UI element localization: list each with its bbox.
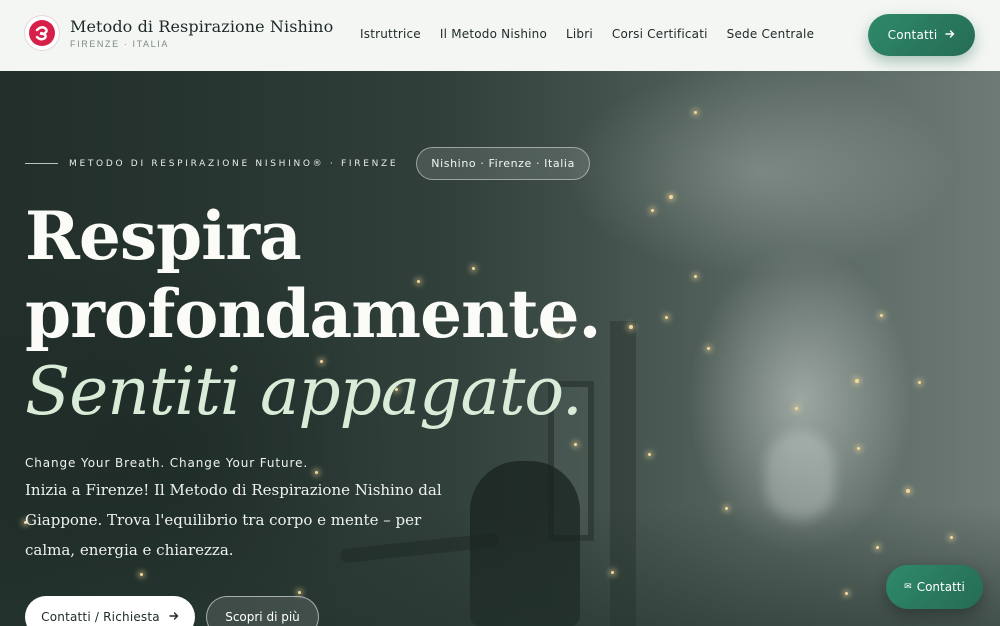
nav-item-metodo[interactable]: Il Metodo Nishino (440, 27, 547, 41)
floating-contact-button[interactable]: ✉ Contatti (886, 565, 983, 609)
brand-title: Metodo di Respirazione Nishino (70, 17, 334, 36)
brand[interactable]: Metodo di Respirazione Nishino FIRENZE ·… (25, 16, 333, 50)
brand-logo-icon (25, 16, 59, 50)
contact-request-label: Contatti / Richiesta (41, 610, 160, 624)
hero-headline-line1: Respira (25, 197, 302, 275)
floating-contact-label: Contatti (916, 580, 965, 594)
contact-request-button[interactable]: Contatti / Richiesta (25, 596, 195, 626)
main-nav: Istruttrice Il Metodo Nishino Libri Cors… (360, 27, 833, 41)
contact-button-label: Contatti (887, 28, 938, 42)
hero-lead-text: Inizia a Firenze! Il Metodo di Respirazi… (25, 481, 442, 559)
hero-section: METODO DI RESPIRAZIONE NISHINO® · FIRENZ… (0, 71, 1000, 626)
site-header: Metodo di Respirazione Nishino FIRENZE ·… (0, 0, 1000, 71)
arrow-right-icon (945, 28, 955, 42)
hero-headline-italic: Sentiti appagato. (25, 353, 583, 430)
nav-item-libri[interactable]: Libri (566, 27, 593, 41)
mail-icon: ✉ (904, 582, 912, 592)
nav-item-corsi[interactable]: Corsi Certificati (612, 27, 708, 41)
contact-button[interactable]: Contatti (868, 14, 975, 56)
nav-item-istruttrice[interactable]: Istruttrice (360, 27, 421, 41)
arrow-right-icon (169, 610, 179, 624)
nav-item-sede[interactable]: Sede Centrale (727, 27, 815, 41)
hero-headline-line2: profondamente. (25, 275, 602, 353)
hero-tagline: Change Your Breath. Change Your Future. (25, 456, 309, 470)
learn-more-button[interactable]: Scopri di più (206, 596, 319, 626)
location-chip: Nishino · Firenze · Italia (416, 147, 590, 180)
brand-subtitle: FIRENZE · ITALIA (70, 39, 169, 49)
hero-headline: Respira profondamente. (25, 197, 602, 353)
hero-eyebrow: METODO DI RESPIRAZIONE NISHINO® · FIRENZ… (25, 147, 590, 180)
eyebrow-text: METODO DI RESPIRAZIONE NISHINO® · FIRENZ… (69, 158, 399, 169)
eyebrow-divider (25, 163, 58, 164)
